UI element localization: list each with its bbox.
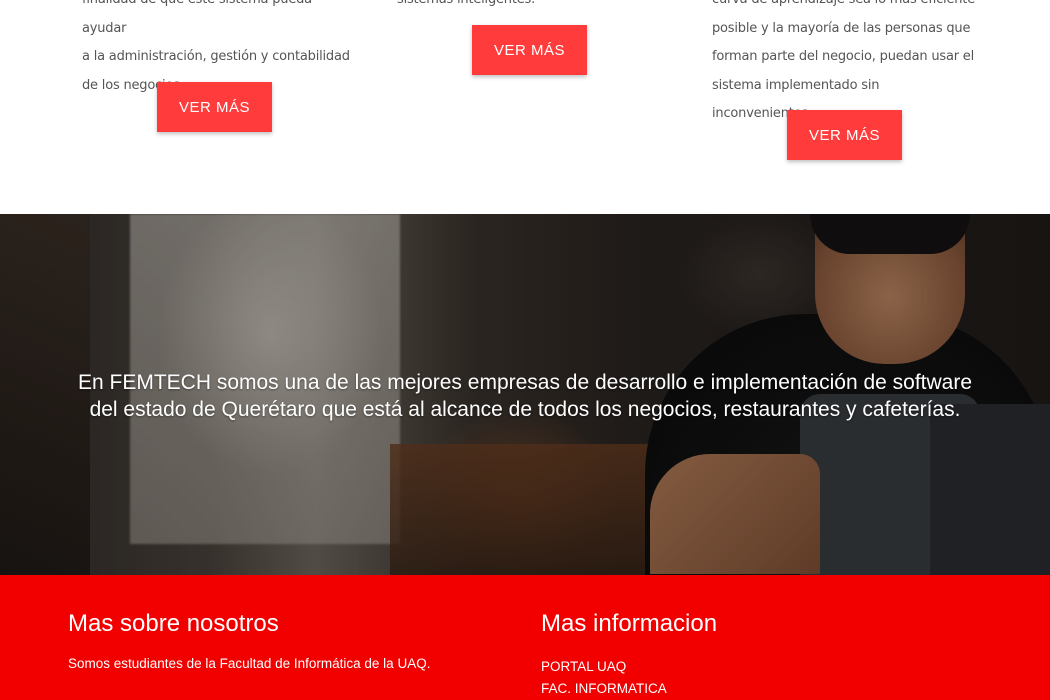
footer-about-text: Somos estudiantes de la Facultad de Info… (68, 656, 431, 671)
ver-mas-button-3[interactable]: VER MÁS (787, 110, 902, 160)
footer-info: Mas informacion PORTAL UAQ FAC. INFORMAT… (541, 610, 717, 700)
footer-about-title: Mas sobre nosotros (68, 610, 279, 637)
service-text-line: a la administración, gestión y contabili… (82, 49, 350, 64)
service-text-line: curva de aprendizaje sea lo más eficient… (712, 0, 982, 15)
service-column-2: sistemas inteligentes. (397, 0, 597, 15)
footer-about: Mas sobre nosotros Somos estudiantes de … (68, 610, 430, 671)
footer-link-portal-uaq[interactable]: PORTAL UAQ (541, 656, 717, 678)
hero-banner: En FEMTECH somos una de las mejores empr… (0, 214, 1050, 575)
hero-tagline: En FEMTECH somos una de las mejores empr… (0, 369, 1050, 423)
footer-info-title: Mas informacion (541, 610, 718, 637)
service-text-line: posible y la mayoría de las personas que (712, 20, 971, 36)
site-footer: Mas sobre nosotros Somos estudiantes de … (0, 575, 1050, 700)
service-text-line: forman parte del negocio, puedan usar el (712, 49, 974, 64)
hero-tagline-line-2: del estado de Querétaro que está al alca… (89, 398, 961, 421)
service-text-line: sistemas inteligentes. (397, 0, 597, 15)
hero-tagline-line-1: En FEMTECH somos una de las mejores empr… (77, 371, 973, 394)
ver-mas-button-1[interactable]: VER MÁS (157, 82, 272, 132)
footer-link-fac-informatica[interactable]: FAC. INFORMATICA (541, 678, 717, 700)
ver-mas-button-2[interactable]: VER MÁS (472, 25, 587, 75)
services-section: finalidad de que este sistema pueda ayud… (0, 0, 1050, 214)
service-text-line: finalidad de que este sistema pueda ayud… (82, 0, 312, 36)
